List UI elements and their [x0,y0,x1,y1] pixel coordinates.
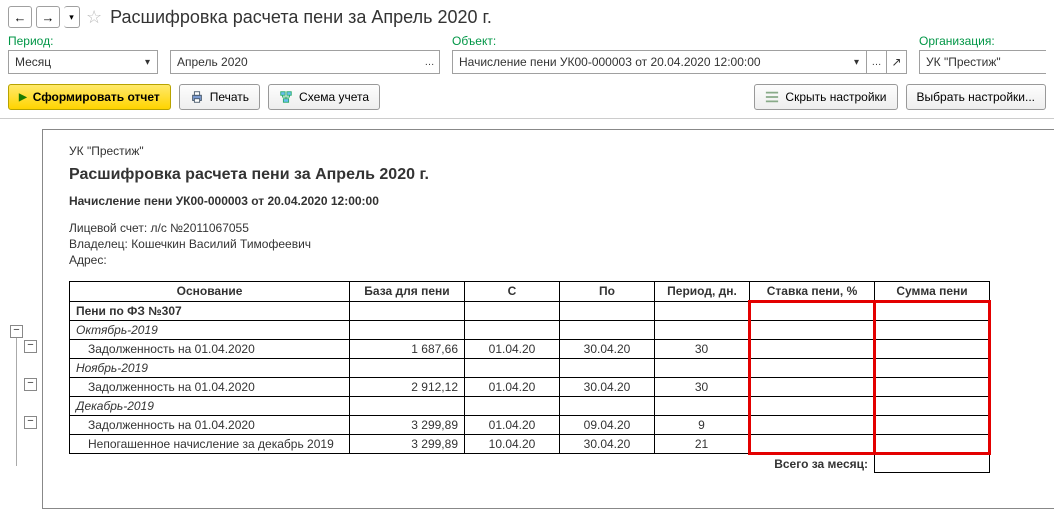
cell [750,415,875,434]
col-from: С [465,281,560,301]
form-report-label: Сформировать отчет [33,90,160,104]
collapse-toggle[interactable]: − [24,416,37,429]
cell: 30.04.20 [560,377,655,396]
cell: 1 687,66 [350,339,465,358]
cell: 09.04.20 [560,415,655,434]
period-mode-dropdown-icon[interactable]: ▾ [138,50,158,74]
collapse-toggle[interactable]: − [10,325,23,338]
collapse-toggle[interactable]: − [24,340,37,353]
cell [750,434,875,453]
org-label: Организация: [919,34,1046,48]
hide-settings-label: Скрыть настройки [785,90,886,104]
col-period: Период, дн. [655,281,750,301]
table-row: Задолженность на 01.04.2020 1 687,66 01.… [70,339,990,358]
col-to: По [560,281,655,301]
page-title: Расшифровка расчета пени за Апрель 2020 … [110,7,492,28]
cell: 3 299,89 [350,415,465,434]
section-row: Пени по ФЗ №307 [70,301,990,320]
choose-settings-label: Выбрать настройки... [917,90,1035,104]
cell: 2 912,12 [350,377,465,396]
object-dropdown-icon[interactable]: ▾ [847,50,867,74]
printer-icon [190,90,204,104]
cell [875,434,990,453]
cell: 30 [655,377,750,396]
period-value: Апрель 2020 [170,50,420,74]
org-value: УК "Престиж" [919,50,1046,74]
cell: 01.04.20 [465,339,560,358]
object-open-icon[interactable]: ↗ [887,50,907,74]
table-header-row: Основание База для пени С По Период, дн.… [70,281,990,301]
cell: 01.04.20 [465,377,560,396]
period-value-select-icon[interactable]: … [420,50,440,74]
table-row: Задолженность на 01.04.2020 2 912,12 01.… [70,377,990,396]
schema-label: Схема учета [299,90,369,104]
month-row: Декабрь-2019 [70,396,990,415]
object-value: Начисление пени УК00-000003 от 20.04.202… [452,50,847,74]
list-icon [765,90,779,104]
table-row: Непогашенное начисление за декабрь 2019 … [70,434,990,453]
form-report-button[interactable]: ▶ Сформировать отчет [8,84,171,110]
cell: 3 299,89 [350,434,465,453]
cell: Задолженность на 01.04.2020 [70,415,350,434]
object-field[interactable]: Начисление пени УК00-000003 от 20.04.202… [452,50,907,74]
month-row: Октябрь-2019 [70,320,990,339]
report-page: УК "Престиж" Расшифровка расчета пени за… [42,129,1054,509]
object-select-icon[interactable]: … [867,50,887,74]
col-rate: Ставка пени, % [750,281,875,301]
cell: Задолженность на 01.04.2020 [70,377,350,396]
report-org: УК "Престиж" [69,144,1054,158]
cell [875,415,990,434]
cell [750,377,875,396]
period-value-field[interactable]: Апрель 2020 … [170,50,440,74]
period-mode-value: Месяц [8,50,138,74]
schema-icon [279,90,293,104]
address-line: Адрес: [69,252,1054,268]
cell: 30 [655,339,750,358]
nav-forward-button[interactable]: → [36,6,60,28]
cell: 01.04.20 [465,415,560,434]
col-basis: Основание [70,281,350,301]
nav-history-dropdown[interactable]: ▾ [64,6,80,28]
month-row: Ноябрь-2019 [70,358,990,377]
owner-line: Владелец: Кошечкин Василий Тимофеевич [69,236,1054,252]
table-row: Задолженность на 01.04.2020 3 299,89 01.… [70,415,990,434]
report-charge: Начисление пени УК00-000003 от 20.04.202… [69,194,1054,208]
period-label: Период: [8,34,158,48]
cell: 30.04.20 [560,339,655,358]
cell [875,339,990,358]
cell: Непогашенное начисление за декабрь 2019 [70,434,350,453]
schema-button[interactable]: Схема учета [268,84,380,110]
play-icon: ▶ [19,92,27,103]
col-sum: Сумма пени [875,281,990,301]
choose-settings-button[interactable]: Выбрать настройки... [906,84,1046,110]
collapse-toggle[interactable]: − [24,378,37,391]
cell: 30.04.20 [560,434,655,453]
report-title: Расшифровка расчета пени за Апрель 2020 … [69,166,1054,184]
cell [750,339,875,358]
penalty-table: Основание База для пени С По Период, дн.… [69,281,991,474]
cell: 21 [655,434,750,453]
cell: 10.04.20 [465,434,560,453]
cell: Задолженность на 01.04.2020 [70,339,350,358]
cell [875,377,990,396]
print-label: Печать [210,90,249,104]
account-line: Лицевой счет: л/с №2011067055 [69,220,1054,236]
outline-gutter: − − − − [8,129,42,509]
favorite-star-icon[interactable]: ☆ [86,7,102,28]
total-row: Всего за месяц: [70,453,990,473]
print-button[interactable]: Печать [179,84,260,110]
object-label: Объект: [452,34,907,48]
cell: 9 [655,415,750,434]
hide-settings-button[interactable]: Скрыть настройки [754,84,897,110]
nav-back-button[interactable]: ← [8,6,32,28]
org-field[interactable]: УК "Престиж" [919,50,1046,74]
period-mode-select[interactable]: Месяц ▾ [8,50,158,74]
col-base: База для пени [350,281,465,301]
